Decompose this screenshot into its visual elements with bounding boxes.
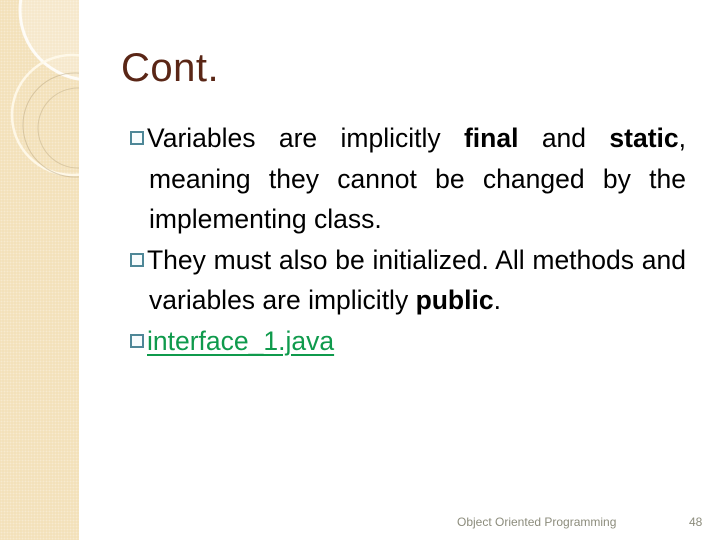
bullet-item: interface_1.java <box>130 321 686 362</box>
slide-body: Variables are implicitly final and stati… <box>130 118 686 361</box>
footer-course-title: Object Oriented Programming <box>457 515 617 529</box>
bullet-text: and <box>518 123 610 153</box>
square-bullet-icon <box>130 333 144 348</box>
square-bullet-icon <box>130 131 144 145</box>
decorative-circles-icon <box>10 0 79 178</box>
decorative-sidebar <box>0 0 79 540</box>
bullet-text: Variables are implicitly <box>147 123 464 153</box>
bullet-text: . <box>493 285 501 315</box>
slide-number: 48 <box>689 515 703 529</box>
bullet-item: Variables are implicitly final and stati… <box>130 118 686 240</box>
keyword-public: public <box>415 285 494 315</box>
slide-title: Cont. <box>121 46 220 90</box>
file-link-interface-1-java[interactable]: interface_1.java <box>147 326 334 356</box>
bullet-item: They must also be initialized. All metho… <box>130 240 686 321</box>
keyword-final: final <box>463 123 519 153</box>
keyword-static: static <box>609 123 679 153</box>
square-bullet-icon <box>130 252 144 267</box>
